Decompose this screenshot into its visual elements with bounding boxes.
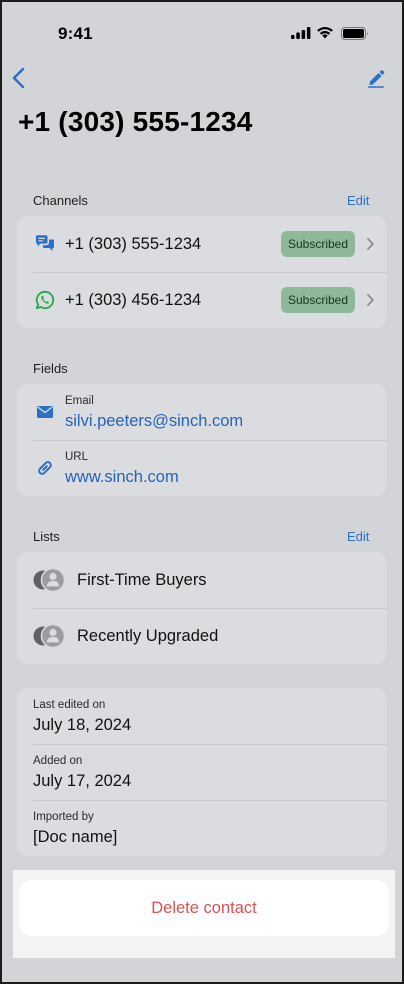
cellular-signal-icon: [291, 27, 311, 39]
chat-bubbles-icon: [36, 235, 54, 251]
list-name: First-Time Buyers: [77, 571, 207, 589]
lists-section-label: Lists: [33, 529, 60, 544]
link-icon: [38, 461, 52, 475]
page-title: +1 (303) 555-1234: [18, 106, 253, 137]
lists-edit-link[interactable]: Edit: [347, 529, 369, 544]
channel-row[interactable]: +1 (303) 456-1234 Subscribed: [17, 272, 387, 328]
list-name: Recently Upgraded: [77, 627, 219, 645]
list-item[interactable]: First-Time Buyers: [17, 552, 387, 608]
meta-label: Last edited on: [33, 699, 106, 711]
meta-value: July 17, 2024: [33, 772, 132, 790]
fields-section-label: Fields: [33, 361, 68, 376]
status-bar: 9:41: [2, 2, 402, 62]
field-label: URL: [65, 451, 89, 463]
whatsapp-icon: [35, 290, 55, 310]
meta-row: Last edited on July 18, 2024: [17, 688, 387, 744]
chevron-right-icon: [367, 238, 374, 250]
battery-icon: [341, 27, 368, 40]
meta-value: [Doc name]: [33, 828, 118, 846]
lists-card: First-Time Buyers Recently Upgraded: [17, 552, 387, 664]
list-item[interactable]: Recently Upgraded: [17, 608, 387, 664]
meta-row: Imported by [Doc name]: [17, 800, 387, 856]
field-row-email[interactable]: Email silvi.peeters@sinch.com: [17, 384, 387, 440]
delete-contact-button[interactable]: Delete contact: [19, 880, 389, 936]
field-label: Email: [65, 395, 94, 407]
meta-label: Imported by: [33, 811, 94, 823]
back-chevron-icon[interactable]: [10, 66, 30, 90]
channel-number: +1 (303) 555-1234: [65, 235, 202, 253]
channel-row[interactable]: +1 (303) 555-1234 Subscribed: [17, 216, 387, 272]
meta-row: Added on July 17, 2024: [17, 744, 387, 800]
status-badge: Subscribed: [281, 231, 355, 257]
envelope-icon: [37, 406, 53, 418]
channels-section-label: Channels: [33, 193, 88, 208]
field-row-url[interactable]: URL www.sinch.com: [17, 440, 387, 496]
status-badge: Subscribed: [281, 287, 355, 313]
group-icon: [33, 567, 65, 593]
email-link[interactable]: silvi.peeters@sinch.com: [65, 412, 243, 431]
edit-pencil-icon[interactable]: [366, 68, 386, 88]
wifi-icon: [317, 26, 333, 39]
channel-number: +1 (303) 456-1234: [65, 291, 202, 309]
meta-card: Last edited on July 18, 2024 Added on Ju…: [17, 688, 387, 856]
channels-edit-link[interactable]: Edit: [347, 193, 369, 208]
meta-label: Added on: [33, 755, 83, 767]
status-time: 9:41: [58, 24, 93, 43]
fields-card: Email silvi.peeters@sinch.com URL www.si…: [17, 384, 387, 496]
url-link[interactable]: www.sinch.com: [65, 468, 179, 487]
contact-detail-screen: 9:41 +1 (303) 555-1234 Channels Edit +1 …: [0, 0, 404, 984]
channels-card: +1 (303) 555-1234 Subscribed +1 (303) 45…: [17, 216, 387, 328]
delete-area: Delete contact: [13, 870, 395, 958]
chevron-right-icon: [367, 294, 374, 306]
group-icon: [33, 623, 65, 649]
meta-value: July 18, 2024: [33, 716, 132, 734]
